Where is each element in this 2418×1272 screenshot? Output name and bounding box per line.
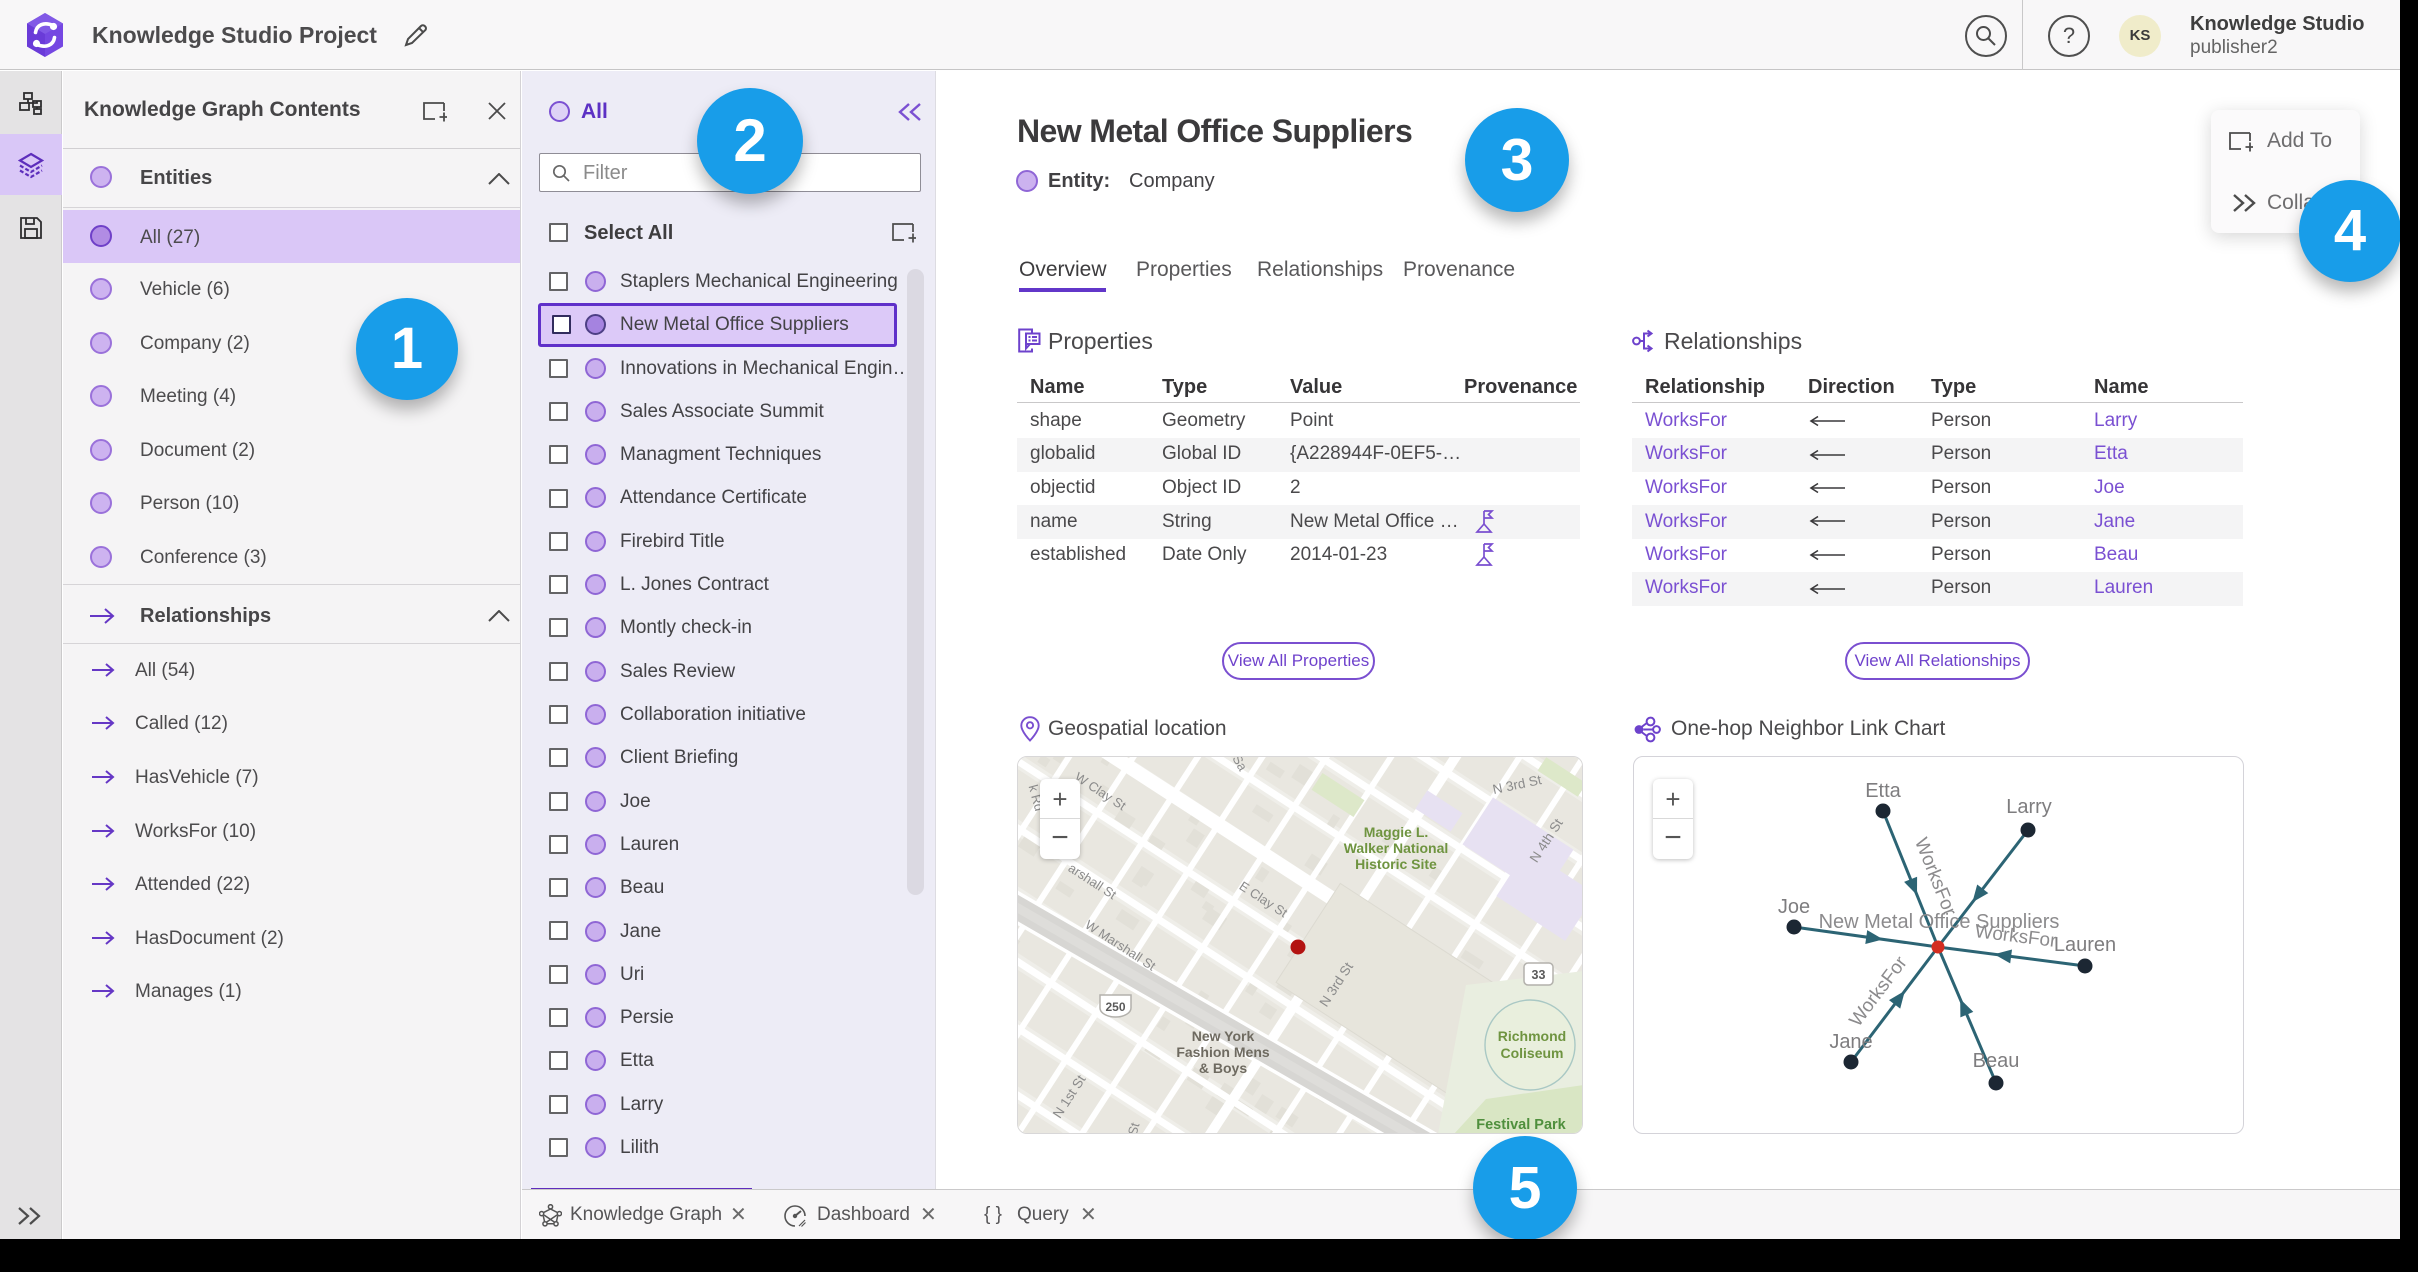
svg-text:Etta: Etta <box>1865 780 1901 802</box>
svg-text:Joe: Joe <box>1778 896 1810 918</box>
svg-text:WorksFor: WorksFor <box>1910 835 1960 920</box>
svg-text:33: 33 <box>1532 968 1546 982</box>
svg-text:WorksFor: WorksFor <box>1846 952 1913 1031</box>
svg-text:Walker National: Walker National <box>1344 840 1449 856</box>
svg-text:Maggie L.: Maggie L. <box>1364 824 1429 840</box>
svg-text:Historic Site: Historic Site <box>1355 856 1437 872</box>
svg-text:Festival Park: Festival Park <box>1476 1117 1566 1133</box>
svg-text:Jane: Jane <box>1829 1031 1872 1053</box>
svg-text:Larry: Larry <box>2006 796 2052 818</box>
svg-text:250: 250 <box>1105 1000 1125 1014</box>
svg-text:Fashion Mens: Fashion Mens <box>1176 1044 1270 1060</box>
svg-text:Coliseum: Coliseum <box>1500 1045 1563 1061</box>
svg-text:& Boys: & Boys <box>1199 1060 1247 1076</box>
svg-text:Lauren: Lauren <box>2054 934 2116 956</box>
svg-text:New York: New York <box>1192 1028 1255 1044</box>
svg-text:Beau: Beau <box>1973 1050 2020 1072</box>
svg-text:Richmond: Richmond <box>1498 1028 1566 1044</box>
